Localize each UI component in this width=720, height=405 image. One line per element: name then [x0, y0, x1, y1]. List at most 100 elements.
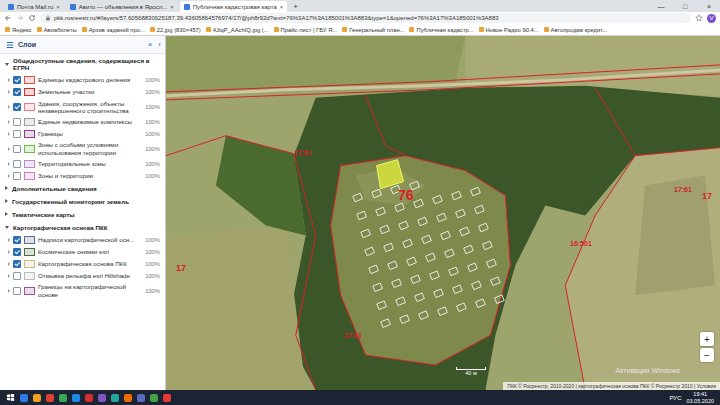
land-plot[interactable]	[426, 253, 436, 262]
land-plot[interactable]	[365, 247, 375, 256]
app-icon[interactable]	[85, 394, 93, 402]
bookmark[interactable]: Новое Радио 90.4...	[479, 27, 539, 33]
app-icon[interactable]	[59, 394, 67, 402]
layer-checkbox[interactable]	[13, 145, 21, 153]
land-plot[interactable]	[392, 279, 402, 288]
layer-opacity[interactable]: 100%	[145, 131, 160, 137]
bookmark[interactable]: Авиабилеты	[37, 27, 77, 33]
browser-tab[interactable]: Почта Mail.ru×	[4, 1, 64, 12]
land-plot[interactable]	[396, 297, 406, 306]
browser-tab[interactable]: Авито — объявления в Яросл...×	[66, 1, 178, 12]
land-plot[interactable]	[445, 249, 455, 258]
bookmark[interactable]: Автопродаж кредит...	[544, 27, 608, 33]
land-plot[interactable]	[464, 245, 474, 254]
app-icon[interactable]	[124, 394, 132, 402]
group-header[interactable]: Общедоступные сведения, содержащиеся в Е…	[0, 54, 165, 74]
land-plot[interactable]	[453, 285, 463, 294]
tab-close-button[interactable]: ×	[280, 4, 284, 10]
land-plot[interactable]	[376, 207, 386, 216]
land-plot[interactable]	[399, 221, 409, 230]
layer-checkbox[interactable]	[13, 118, 21, 126]
bookmark[interactable]: Генеральный план...	[342, 27, 404, 33]
layer-checkbox[interactable]	[13, 103, 21, 111]
language-indicator[interactable]: РУС	[669, 395, 681, 401]
land-plot[interactable]	[372, 189, 382, 198]
window-control-button[interactable]: ×	[698, 3, 720, 10]
land-plot[interactable]	[491, 277, 501, 286]
layer-opacity[interactable]: 100%	[145, 104, 160, 110]
browser-tab[interactable]: Публичная кадастровая карта×	[180, 1, 288, 12]
land-plot[interactable]	[411, 275, 421, 284]
land-plot[interactable]	[479, 223, 489, 232]
land-plot[interactable]	[418, 217, 428, 226]
land-plot[interactable]	[369, 265, 379, 274]
land-plot[interactable]	[457, 303, 467, 312]
land-plot[interactable]	[395, 203, 405, 212]
layer-checkbox[interactable]	[13, 260, 21, 268]
land-plot[interactable]	[403, 239, 413, 248]
land-plot[interactable]	[415, 293, 425, 302]
app-icon[interactable]	[150, 394, 158, 402]
layer-checkbox[interactable]	[13, 88, 21, 96]
land-plot[interactable]	[353, 193, 363, 202]
back-icon[interactable]	[4, 14, 12, 22]
layer-opacity[interactable]: 100%	[145, 249, 160, 255]
land-plot[interactable]	[476, 299, 486, 308]
windows-start-icon[interactable]	[6, 393, 15, 402]
app-icon[interactable]	[111, 394, 119, 402]
land-plot[interactable]	[422, 235, 432, 244]
map[interactable]: 76171717:6117:6116:50117:61+−Активация W…	[166, 36, 720, 390]
land-plot[interactable]	[438, 307, 448, 316]
bookmark[interactable]: Прайс-лист | ГБУ Я...	[274, 27, 338, 33]
layer-opacity[interactable]: 100%	[145, 119, 160, 125]
land-plot[interactable]	[381, 319, 391, 328]
star-icon[interactable]	[695, 14, 703, 22]
url-field[interactable]: pkk.rosreestr.ru/#/layers/57.60568830625…	[40, 13, 691, 23]
layer-opacity[interactable]: 100%	[145, 89, 160, 95]
layer-checkbox[interactable]	[13, 76, 21, 84]
selected-parcel[interactable]	[377, 160, 404, 189]
group-header[interactable]: Дополнительные сведения	[0, 182, 165, 195]
forward-icon[interactable]	[16, 14, 24, 22]
layer-checkbox[interactable]	[13, 130, 21, 138]
layer-opacity[interactable]: 100%	[145, 161, 160, 167]
layer-checkbox[interactable]	[13, 272, 21, 280]
tab-close-button[interactable]: ×	[56, 4, 60, 10]
land-plot[interactable]	[487, 259, 497, 268]
land-plot[interactable]	[419, 311, 429, 320]
land-plot[interactable]	[414, 199, 424, 208]
layer-opacity[interactable]: 100%	[145, 273, 160, 279]
new-tab-button[interactable]: +	[289, 2, 302, 11]
land-plot[interactable]	[468, 263, 478, 272]
layer-opacity[interactable]: 100%	[145, 237, 160, 243]
menu-icon[interactable]	[6, 41, 14, 49]
land-plot[interactable]	[384, 243, 394, 252]
land-plot[interactable]	[377, 301, 387, 310]
land-plot[interactable]	[483, 241, 493, 250]
bookmark[interactable]: 22.jpg (830×457)	[150, 27, 201, 33]
reload-icon[interactable]	[28, 14, 36, 22]
bookmark[interactable]: Публичная кадастр...	[409, 27, 473, 33]
app-icon[interactable]	[72, 394, 80, 402]
land-plot[interactable]	[441, 231, 451, 240]
land-plot[interactable]	[430, 271, 440, 280]
group-header[interactable]: Государственный мониторинг земель	[0, 195, 165, 208]
app-icon[interactable]	[163, 394, 171, 402]
layer-opacity[interactable]: 100%	[145, 261, 160, 267]
window-control-button[interactable]: □	[674, 3, 696, 10]
land-plot[interactable]	[373, 283, 383, 292]
group-header[interactable]: Тематические карты	[0, 208, 165, 221]
clock[interactable]: 19:4103.05.2020	[686, 391, 714, 403]
app-icon[interactable]	[46, 394, 54, 402]
layer-opacity[interactable]: 100%	[145, 173, 160, 179]
app-icon[interactable]	[20, 394, 28, 402]
bookmark[interactable]: Архив заданий про...	[82, 27, 145, 33]
land-plot[interactable]	[495, 295, 505, 304]
layer-opacity[interactable]: 100%	[145, 288, 160, 294]
layer-opacity[interactable]: 100%	[145, 77, 160, 83]
land-plot[interactable]	[433, 195, 443, 204]
land-plot[interactable]	[460, 227, 470, 236]
layer-checkbox[interactable]	[13, 236, 21, 244]
layer-checkbox[interactable]	[13, 287, 21, 295]
tab-close-button[interactable]: ×	[170, 4, 174, 10]
